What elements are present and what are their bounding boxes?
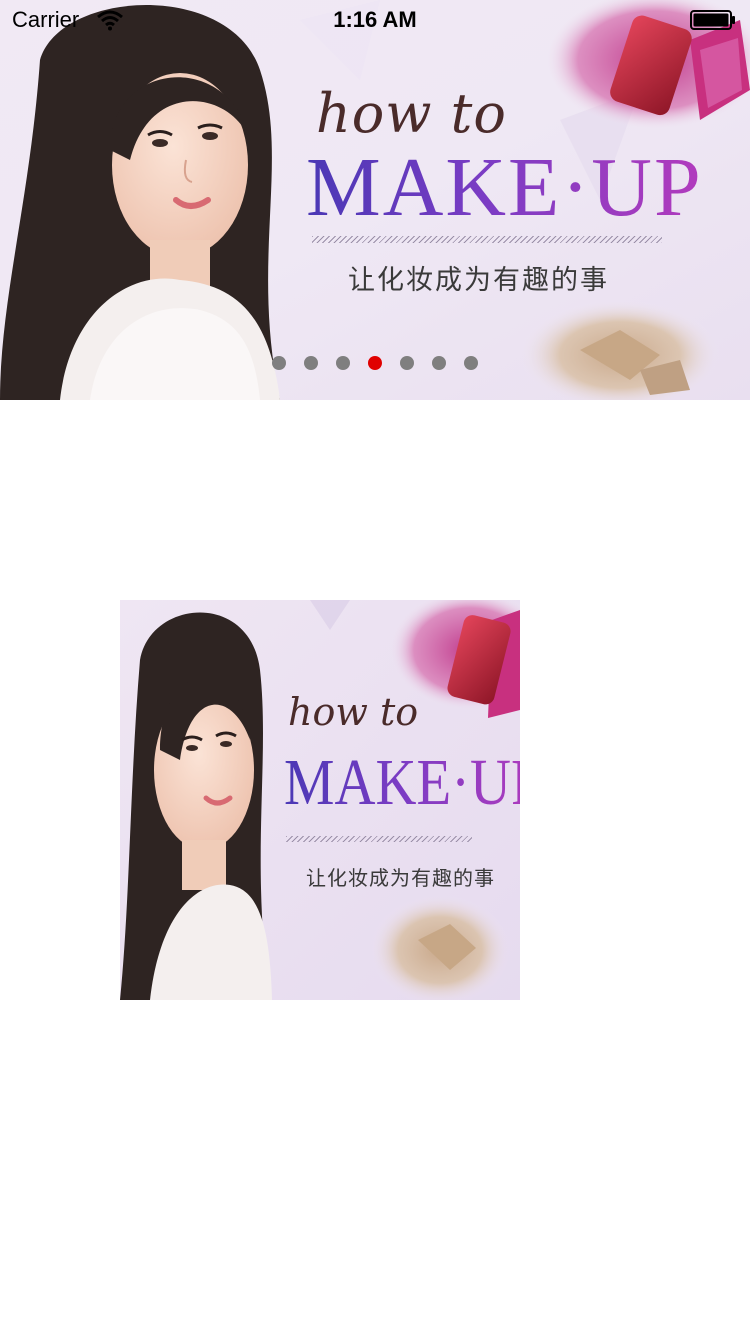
page-dot[interactable] [432, 356, 446, 370]
thumbnail-heading-large: MAKE·UP [284, 750, 520, 816]
thumbnail-divider [286, 836, 472, 842]
thumbnail-subtitle: 让化妆成为有趣的事 [306, 866, 495, 890]
page-dot[interactable] [272, 356, 286, 370]
makeup-thumbnail[interactable]: how to MAKE·UP 让化妆成为有趣的事 [120, 600, 520, 1000]
page-dot[interactable] [304, 356, 318, 370]
banner-heading-large: MAKE·UP [306, 141, 703, 234]
thumbnail-heading-small: how to [288, 690, 419, 734]
banner-subtitle: 让化妆成为有趣的事 [348, 265, 609, 296]
banner-heading-small: how to [316, 82, 507, 145]
page-dot-active[interactable] [368, 356, 382, 370]
page-dot[interactable] [400, 356, 414, 370]
status-bar: Carrier 1:16 AM [0, 0, 750, 40]
banner-carousel[interactable]: how to MAKE·UP 让化妆成为有趣的事 [0, 0, 750, 400]
page-dot[interactable] [336, 356, 350, 370]
page-dot[interactable] [464, 356, 478, 370]
battery-icon [690, 10, 735, 30]
page-indicator[interactable] [0, 356, 750, 372]
clock: 1:16 AM [333, 7, 417, 32]
banner-divider [312, 236, 662, 243]
